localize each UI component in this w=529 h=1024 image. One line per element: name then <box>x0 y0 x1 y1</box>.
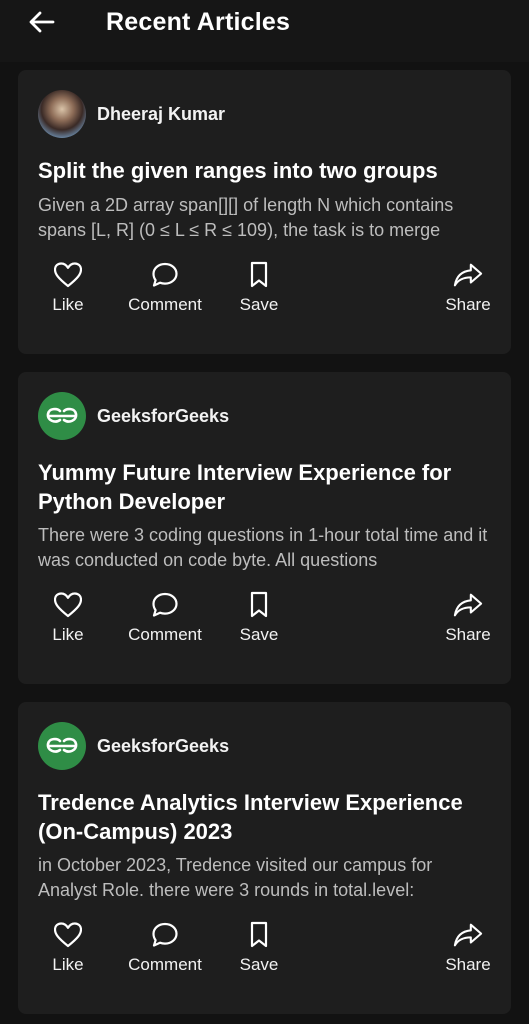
speech-bubble-icon <box>150 920 180 950</box>
article-excerpt: There were 3 coding questions in 1-hour … <box>38 525 488 570</box>
share-button[interactable]: Share <box>443 260 493 315</box>
page-title: Recent Articles <box>106 8 291 36</box>
heart-icon <box>53 260 83 290</box>
save-label: Save <box>239 625 279 644</box>
comment-button[interactable]: Comment <box>125 260 205 315</box>
back-button[interactable] <box>22 4 62 40</box>
author-name: GeeksforGeeks <box>97 405 230 426</box>
author-name: GeeksforGeeks <box>97 735 230 756</box>
like-label: Like <box>52 295 84 314</box>
save-label: Save <box>239 955 279 974</box>
article-card[interactable]: GeeksforGeeks Tredence Analytics Intervi… <box>18 702 511 1014</box>
save-label: Save <box>239 295 279 314</box>
like-label: Like <box>52 955 84 974</box>
gfg-logo-icon <box>38 722 86 770</box>
share-button[interactable]: Share <box>443 920 493 975</box>
share-arrow-icon <box>453 590 483 620</box>
comment-button[interactable]: Comment <box>125 920 205 975</box>
bookmark-icon <box>244 260 274 290</box>
article-title[interactable]: Yummy Future Interview Experience for Py… <box>38 458 491 516</box>
article-title[interactable]: Split the given ranges into two groups <box>38 156 491 185</box>
save-button[interactable]: Save <box>239 260 279 315</box>
speech-bubble-icon <box>150 260 180 290</box>
article-card[interactable]: Dheeraj Kumar Split the given ranges int… <box>18 70 511 354</box>
comment-label: Comment <box>128 625 202 644</box>
article-excerpt: in October 2023, Tredence visited our ca… <box>38 855 433 900</box>
share-label: Share <box>445 295 491 314</box>
like-button[interactable]: Like <box>48 260 88 315</box>
like-button[interactable]: Like <box>48 590 88 645</box>
arrow-left-icon <box>29 11 55 33</box>
comment-label: Comment <box>128 955 202 974</box>
article-author[interactable]: GeeksforGeeks <box>38 392 229 440</box>
share-arrow-icon <box>453 920 483 950</box>
comment-button[interactable]: Comment <box>125 590 205 645</box>
article-card[interactable]: GeeksforGeeks Yummy Future Interview Exp… <box>18 372 511 684</box>
share-arrow-icon <box>453 260 483 290</box>
article-excerpt: Given a 2D array span[][] of length N wh… <box>38 195 454 240</box>
article-author[interactable]: GeeksforGeeks <box>38 722 229 770</box>
share-label: Share <box>445 955 491 974</box>
bookmark-icon <box>244 920 274 950</box>
gfg-logo-icon <box>38 392 86 440</box>
share-label: Share <box>445 625 491 644</box>
speech-bubble-icon <box>150 590 180 620</box>
article-title[interactable]: Tredence Analytics Interview Experience … <box>38 788 491 846</box>
save-button[interactable]: Save <box>239 590 279 645</box>
like-button[interactable]: Like <box>48 920 88 975</box>
like-label: Like <box>52 625 84 644</box>
share-button[interactable]: Share <box>443 590 493 645</box>
heart-icon <box>53 590 83 620</box>
avatar <box>38 90 86 138</box>
app: Recent Articles Dheeraj Kumar Split the … <box>0 0 529 1024</box>
bookmark-icon <box>244 590 274 620</box>
save-button[interactable]: Save <box>239 920 279 975</box>
article-author[interactable]: Dheeraj Kumar <box>38 90 225 138</box>
heart-icon <box>53 920 83 950</box>
top-app-bar: Recent Articles <box>0 0 529 62</box>
comment-label: Comment <box>128 295 202 314</box>
author-name: Dheeraj Kumar <box>97 103 226 124</box>
